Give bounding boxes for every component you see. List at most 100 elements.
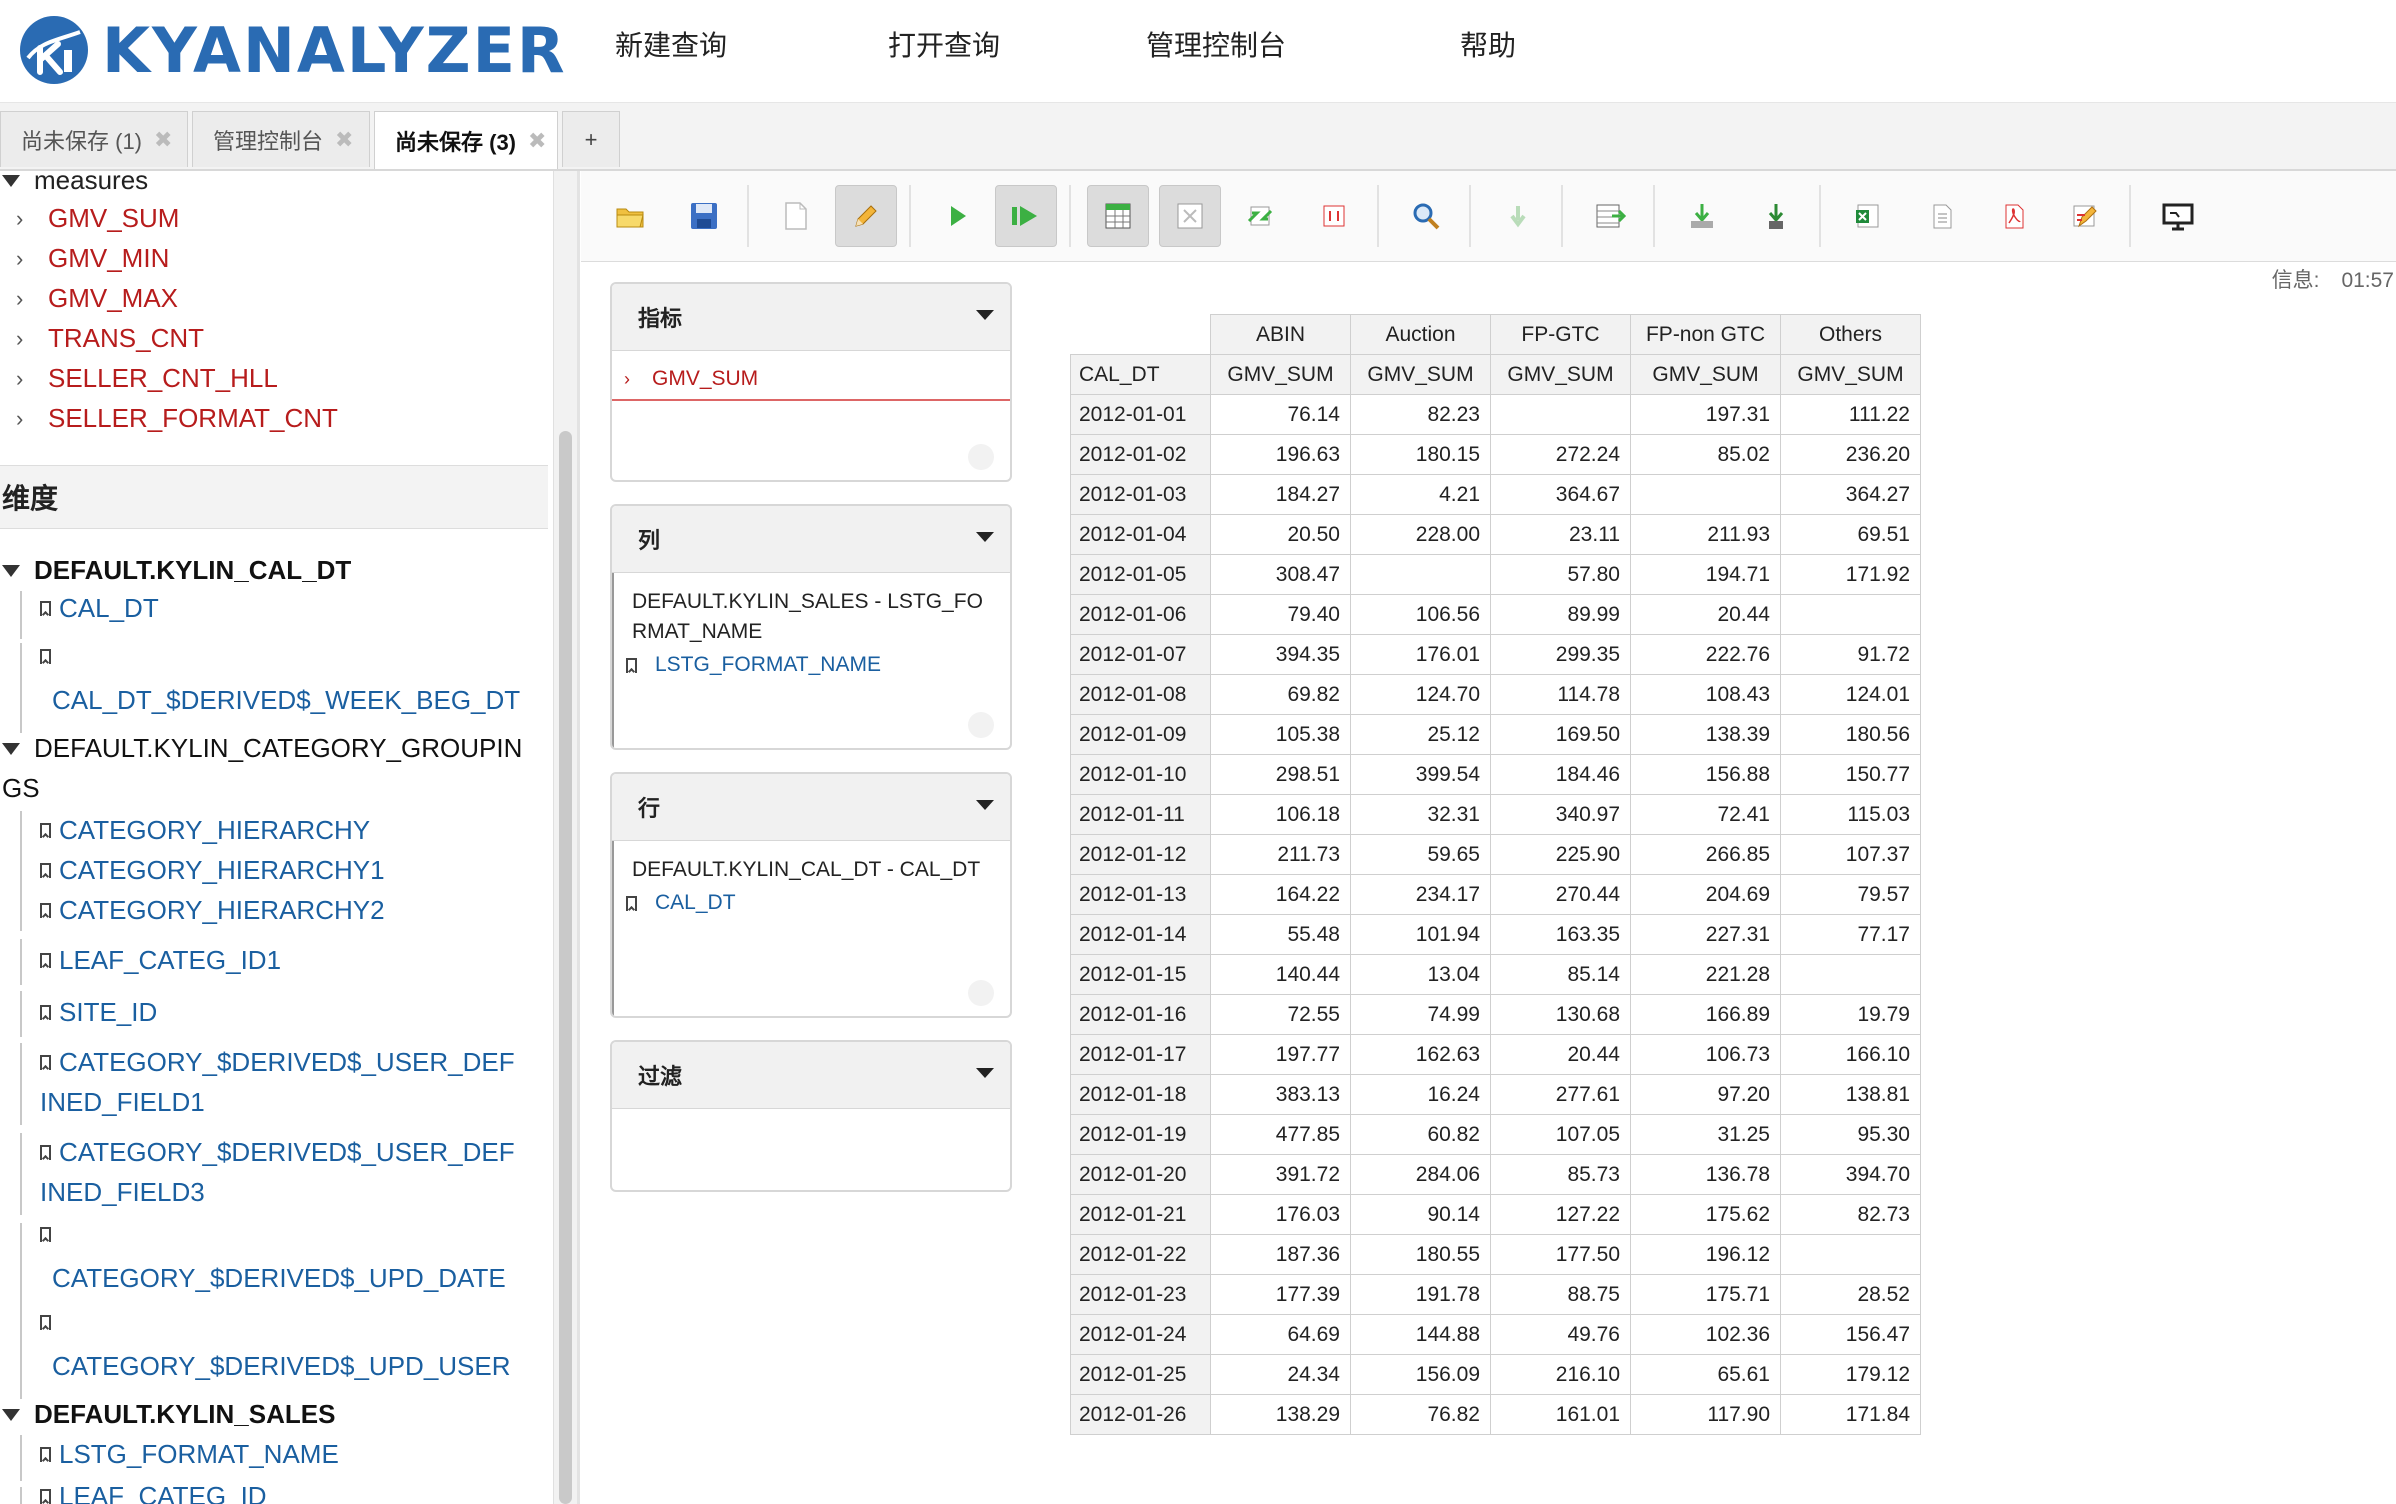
measure-item[interactable]: › GMV_SUM bbox=[16, 203, 179, 234]
auto-run-icon[interactable] bbox=[995, 185, 1057, 247]
pdf-icon[interactable] bbox=[1983, 185, 2045, 247]
dimension-group[interactable]: DEFAULT.KYLIN_CAL_DT bbox=[2, 555, 351, 586]
caret-down-icon[interactable] bbox=[2, 742, 20, 755]
export-alt-icon[interactable] bbox=[1745, 185, 1807, 247]
csv-icon[interactable] bbox=[1911, 185, 1973, 247]
chart-edit-icon[interactable] bbox=[2055, 185, 2117, 247]
dropdown-arrow-icon[interactable] bbox=[976, 800, 994, 810]
dimension-item[interactable]: LSTG_FORMAT_NAME bbox=[40, 1439, 339, 1470]
value-cell: 163.35 bbox=[1490, 914, 1631, 955]
tab-unsaved-1[interactable]: 尚未保存 (1) ✖ bbox=[0, 111, 188, 167]
dropdown-arrow-icon[interactable] bbox=[976, 1068, 994, 1078]
table-row: 2012-01-19 477.85 60.82 107.05 31.25 95.30 bbox=[1070, 1114, 1921, 1155]
columns-drop-zone[interactable]: 列 DEFAULT.KYLIN_SALES - LSTG_FORMAT_NAME… bbox=[610, 504, 1012, 750]
app-header: KYANALYZER 新建查询 打开查询 管理控制台 帮助 bbox=[0, 0, 2396, 103]
clear-icon[interactable] bbox=[968, 712, 994, 738]
drill-down-icon[interactable] bbox=[1487, 185, 1549, 247]
value-cell: 97.20 bbox=[1630, 1074, 1781, 1115]
value-cell: 88.75 bbox=[1490, 1274, 1631, 1315]
logo[interactable]: KYANALYZER bbox=[18, 10, 567, 90]
mdx-icon[interactable] bbox=[1303, 185, 1365, 247]
value-cell: 161.01 bbox=[1490, 1394, 1631, 1435]
zone-header[interactable]: 过滤 bbox=[612, 1042, 1010, 1109]
dimension-item[interactable]: CATEGORY_HIERARCHY2 bbox=[40, 895, 385, 926]
chevron-right-icon: › bbox=[16, 285, 24, 311]
bookmark-icon bbox=[40, 863, 51, 878]
dimension-item[interactable]: SITE_ID bbox=[40, 997, 157, 1028]
panel-splitter[interactable] bbox=[577, 171, 580, 1504]
value-cell: 76.14 bbox=[1210, 394, 1351, 435]
dimension-group[interactable]: DEFAULT.KYLIN_SALES bbox=[2, 1399, 335, 1430]
rows-drop-zone[interactable]: 行 DEFAULT.KYLIN_CAL_DT - CAL_DT CAL_DT bbox=[610, 772, 1012, 1018]
run-icon[interactable] bbox=[927, 185, 989, 247]
selected-measure[interactable]: › GMV_SUM bbox=[612, 359, 1010, 401]
dimension-item[interactable]: CATEGORY_$DERIVED$_USER_DEF bbox=[40, 1047, 515, 1078]
selected-dimension[interactable]: CAL_DT bbox=[612, 885, 1010, 915]
excel-icon[interactable] bbox=[1837, 185, 1899, 247]
drill-across-icon[interactable] bbox=[1579, 185, 1641, 247]
menu-open-query[interactable]: 打开查询 bbox=[888, 24, 1000, 64]
measure-item[interactable]: › GMV_MAX bbox=[16, 283, 178, 314]
table-row: 2012-01-23 177.39 191.78 88.75 175.71 28.52 bbox=[1070, 1274, 1921, 1315]
tab-admin-console[interactable]: 管理控制台 ✖ bbox=[192, 111, 370, 167]
dimension-item[interactable]: CAL_DT bbox=[40, 593, 159, 624]
value-cell: 156.47 bbox=[1780, 1314, 1921, 1355]
table-row: 2012-01-01 76.14 82.23 197.31 111.22 bbox=[1070, 394, 1921, 435]
tab-unsaved-3[interactable]: 尚未保存 (3) ✖ bbox=[374, 111, 558, 169]
menu-new-query[interactable]: 新建查询 bbox=[615, 24, 727, 64]
value-cell: 13.04 bbox=[1350, 954, 1491, 995]
save-icon[interactable] bbox=[673, 185, 735, 247]
new-icon[interactable] bbox=[765, 185, 827, 247]
dimension-group[interactable]: DEFAULT.KYLIN_CATEGORY_GROUPIN bbox=[2, 733, 522, 764]
edit-icon[interactable] bbox=[835, 185, 897, 247]
dimension-item[interactable]: CATEGORY_HIERARCHY1 bbox=[40, 855, 385, 886]
dropdown-arrow-icon[interactable] bbox=[976, 532, 994, 542]
measure-item[interactable]: › SELLER_CNT_HLL bbox=[16, 363, 278, 394]
filter-drop-zone[interactable]: 过滤 bbox=[610, 1040, 1012, 1192]
menu-admin-console[interactable]: 管理控制台 bbox=[1146, 24, 1286, 64]
tree-guide bbox=[20, 1487, 22, 1504]
zone-header[interactable]: 指标 bbox=[612, 284, 1010, 351]
dimension-item[interactable]: CATEGORY_$DERIVED$_USER_DEF bbox=[40, 1137, 515, 1168]
measures-group[interactable]: measures bbox=[2, 171, 148, 196]
table-view-icon[interactable] bbox=[1087, 185, 1149, 247]
dimension-item[interactable]: CATEGORY_HIERARCHY bbox=[40, 815, 370, 846]
zone-header[interactable]: 行 bbox=[612, 774, 1010, 841]
scrollbar-thumb[interactable] bbox=[559, 431, 572, 1504]
close-icon[interactable]: ✖ bbox=[154, 127, 172, 153]
clear-icon[interactable] bbox=[968, 980, 994, 1006]
clear-icon[interactable] bbox=[968, 444, 994, 470]
value-cell: 77.17 bbox=[1780, 914, 1921, 955]
selected-dimension[interactable]: LSTG_FORMAT_NAME bbox=[612, 647, 1010, 677]
value-cell: 82.23 bbox=[1350, 394, 1491, 435]
measures-drop-zone[interactable]: 指标 › GMV_SUM bbox=[610, 282, 1012, 482]
dimension-item[interactable]: CAL_DT_$DERIVED$_WEEK_BEG_DT bbox=[52, 685, 520, 716]
dimension-item[interactable]: LEAF_CATEG_ID1 bbox=[40, 945, 281, 976]
dimension-item-icon bbox=[40, 1227, 59, 1242]
bookmark-icon bbox=[40, 1005, 51, 1020]
table-row: 2012-01-17 197.77 162.63 20.44 106.73 166.10 bbox=[1070, 1034, 1921, 1075]
caret-down-icon[interactable] bbox=[2, 1408, 20, 1421]
close-icon[interactable]: ✖ bbox=[335, 127, 353, 153]
measure-item[interactable]: › SELLER_FORMAT_CNT bbox=[16, 403, 338, 434]
menu-help[interactable]: 帮助 bbox=[1460, 24, 1516, 64]
hide-empty-icon[interactable] bbox=[1159, 185, 1221, 247]
zoom-icon[interactable] bbox=[1395, 185, 1457, 247]
present-icon[interactable] bbox=[2147, 185, 2209, 247]
caret-down-icon[interactable] bbox=[2, 564, 20, 577]
dropdown-arrow-icon[interactable] bbox=[976, 310, 994, 320]
dimension-item[interactable]: LEAF_CATEG_ID bbox=[40, 1481, 267, 1504]
dimension-item[interactable]: CATEGORY_$DERIVED$_UPD_DATE bbox=[52, 1263, 506, 1294]
swap-axes-icon[interactable] bbox=[1229, 185, 1291, 247]
measure-item[interactable]: › TRANS_CNT bbox=[16, 323, 204, 354]
add-tab-button[interactable]: + bbox=[562, 111, 620, 167]
tree-guide bbox=[20, 1223, 22, 1311]
caret-down-icon[interactable] bbox=[2, 174, 20, 187]
close-icon[interactable]: ✖ bbox=[528, 128, 546, 154]
tree-scrollbar[interactable] bbox=[553, 171, 579, 1504]
zone-header[interactable]: 列 bbox=[612, 506, 1010, 573]
dimension-item[interactable]: CATEGORY_$DERIVED$_UPD_USER bbox=[52, 1351, 511, 1382]
measure-item[interactable]: › GMV_MIN bbox=[16, 243, 169, 274]
export-icon[interactable] bbox=[1671, 185, 1733, 247]
open-folder-icon[interactable] bbox=[599, 185, 661, 247]
